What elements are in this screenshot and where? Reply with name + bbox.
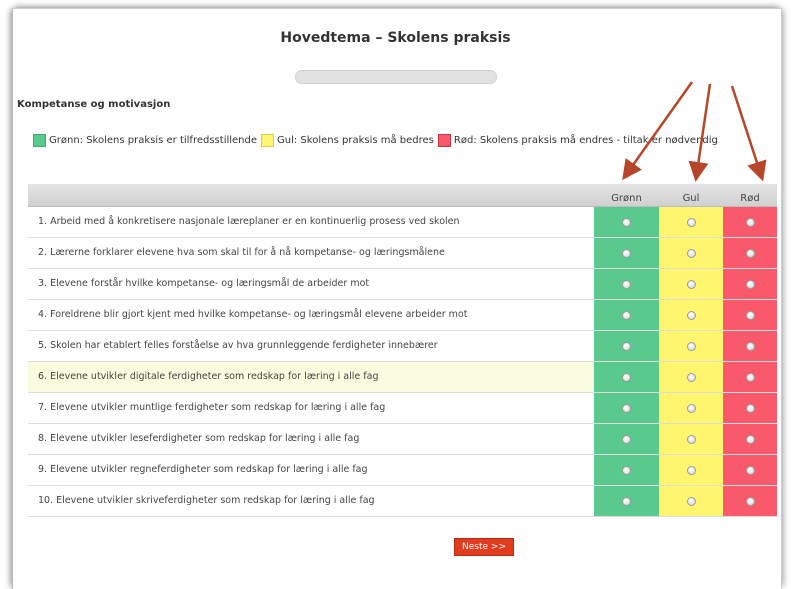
radio-red[interactable]	[745, 496, 755, 506]
cell-red	[723, 207, 777, 237]
radio-yellow[interactable]	[686, 372, 696, 382]
radio-green[interactable]	[622, 496, 631, 506]
radio-yellow[interactable]	[686, 496, 696, 506]
cell-yellow	[659, 331, 723, 361]
cell-red	[723, 362, 777, 392]
legend-green-text: Grønn: Skolens praksis er tilfredsstille…	[49, 135, 258, 146]
radio-red[interactable]	[745, 341, 755, 351]
radio-green[interactable]	[622, 248, 631, 258]
radio-red[interactable]	[745, 434, 755, 444]
cell-green	[594, 362, 659, 392]
radio-green[interactable]	[622, 372, 631, 382]
cell-green	[594, 207, 659, 237]
cell-red	[723, 269, 777, 299]
legend-red-text: Rød: Skolens praksis må endres - tiltak …	[453, 135, 718, 146]
radio-yellow[interactable]	[686, 248, 696, 258]
question-text: 10. Elevene utvikler skriveferdigheter s…	[38, 495, 375, 506]
table-row: 3. Elevene forstår hvilke kompetanse- og…	[28, 269, 777, 300]
radio-red[interactable]	[745, 310, 755, 320]
radio-yellow[interactable]	[686, 465, 696, 475]
radio-red[interactable]	[745, 248, 755, 258]
table-row: 10. Elevene utvikler skriveferdigheter s…	[28, 486, 777, 517]
question-text: 4. Foreldrene blir gjort kjent med hvilk…	[38, 309, 468, 320]
table-row: 6. Elevene utvikler digitale ferdigheter…	[28, 362, 777, 393]
table-row: 1. Arbeid med å konkretisere nasjonale l…	[28, 207, 777, 238]
cell-red	[723, 455, 777, 485]
cell-red	[723, 486, 777, 516]
radio-green[interactable]	[622, 217, 631, 227]
page-title: Hovedtema – Skolens praksis	[280, 30, 511, 46]
legend-yellow-swatch	[261, 134, 275, 147]
radio-yellow[interactable]	[686, 403, 696, 413]
table-header: Grønn Gul Rød	[28, 184, 777, 207]
cell-red	[723, 238, 777, 268]
radio-green[interactable]	[622, 279, 631, 289]
question-text: 2. Lærerne forklarer elevene hva som ska…	[38, 247, 445, 258]
table-row: 4. Foreldrene blir gjort kjent med hvilk…	[28, 300, 777, 331]
next-button[interactable]: Neste >>	[454, 538, 514, 556]
table-row: 7. Elevene utvikler muntlige ferdigheter…	[28, 393, 777, 424]
radio-red[interactable]	[745, 403, 755, 413]
cell-green	[594, 455, 659, 485]
legend-green-swatch	[33, 134, 46, 147]
assessment-table: Grønn Gul Rød 1. Arbeid med å konkretise…	[28, 184, 777, 517]
cell-red	[723, 393, 777, 423]
radio-yellow[interactable]	[686, 310, 696, 320]
radio-green[interactable]	[622, 310, 631, 320]
section-title: Kompetanse og motivasjon	[17, 99, 171, 110]
radio-green[interactable]	[622, 341, 631, 351]
cell-yellow	[659, 362, 723, 392]
cell-yellow	[659, 486, 723, 516]
question-text: 5. Skolen har etablert felles forståelse…	[38, 340, 438, 351]
table-body: 1. Arbeid med å konkretisere nasjonale l…	[28, 207, 777, 517]
question-text: 3. Elevene forstår hvilke kompetanse- og…	[38, 278, 370, 289]
radio-red[interactable]	[745, 465, 755, 475]
cell-yellow	[659, 424, 723, 454]
question-text: 6. Elevene utvikler digitale ferdigheter…	[38, 371, 379, 382]
cell-green	[594, 300, 659, 330]
legend-yellow-text: Gul: Skolens praksis må bedres	[277, 135, 434, 146]
column-header-green: Grønn	[611, 193, 642, 204]
cell-green	[594, 331, 659, 361]
question-text: 7. Elevene utvikler muntlige ferdigheter…	[38, 402, 386, 413]
radio-red[interactable]	[745, 372, 755, 382]
cell-green	[594, 269, 659, 299]
question-text: 8. Elevene utvikler leseferdigheter som …	[38, 433, 360, 444]
table-row: 9. Elevene utvikler regneferdigheter som…	[28, 455, 777, 486]
radio-yellow[interactable]	[686, 279, 696, 289]
question-text: 1. Arbeid med å konkretisere nasjonale l…	[38, 216, 460, 227]
cell-red	[723, 300, 777, 330]
legend: Grønn: Skolens praksis er tilfredsstille…	[33, 134, 720, 147]
cell-yellow	[659, 269, 723, 299]
cell-yellow	[659, 238, 723, 268]
radio-yellow[interactable]	[686, 217, 696, 227]
cell-yellow	[659, 300, 723, 330]
table-row: 2. Lærerne forklarer elevene hva som ska…	[28, 238, 777, 269]
radio-red[interactable]	[745, 217, 755, 227]
radio-green[interactable]	[622, 403, 631, 413]
radio-yellow[interactable]	[686, 341, 696, 351]
cell-red	[723, 331, 777, 361]
cell-yellow	[659, 207, 723, 237]
radio-red[interactable]	[745, 279, 755, 289]
cell-red	[723, 424, 777, 454]
radio-green[interactable]	[622, 434, 631, 444]
question-text: 9. Elevene utvikler regneferdigheter som…	[38, 464, 368, 475]
cell-yellow	[659, 455, 723, 485]
cell-yellow	[659, 393, 723, 423]
legend-red-swatch	[437, 134, 451, 147]
cell-green	[594, 238, 659, 268]
progress-bar	[295, 70, 497, 84]
cell-green	[594, 393, 659, 423]
table-row: 5. Skolen har etablert felles forståelse…	[28, 331, 777, 362]
table-row: 8. Elevene utvikler leseferdigheter som …	[28, 424, 777, 455]
column-header-yellow: Gul	[682, 193, 700, 204]
radio-green[interactable]	[622, 465, 631, 475]
column-header-red: Rød	[740, 193, 760, 204]
cell-green	[594, 424, 659, 454]
radio-yellow[interactable]	[686, 434, 696, 444]
cell-green	[594, 486, 659, 516]
